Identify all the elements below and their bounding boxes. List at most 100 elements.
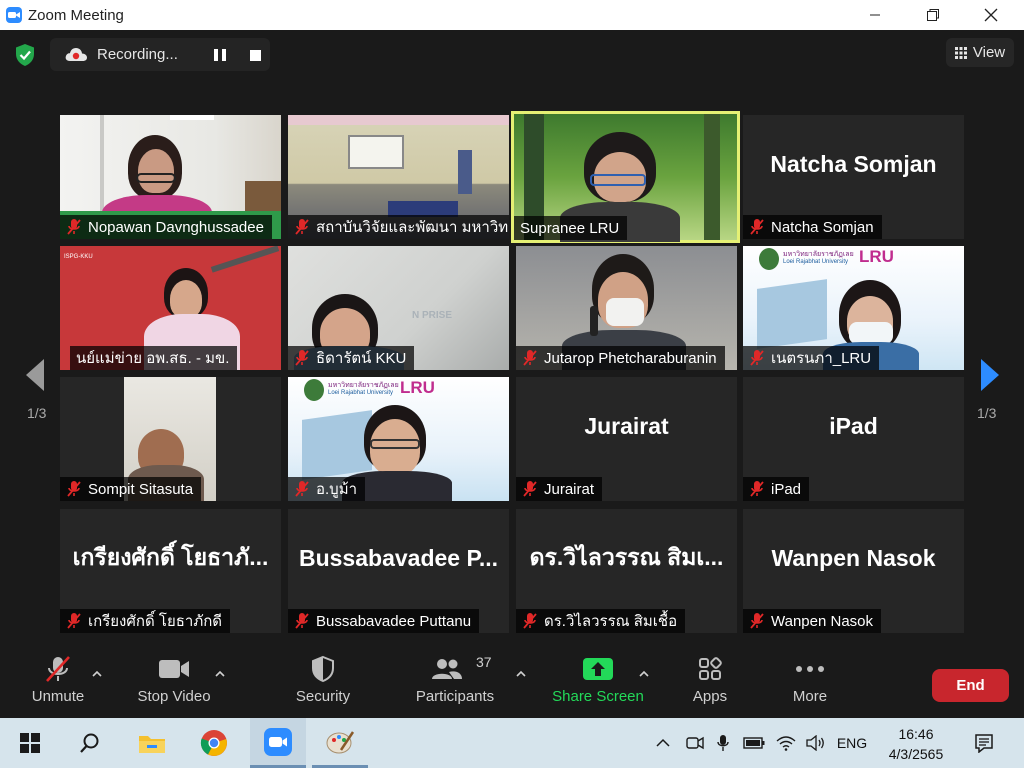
previous-page-arrow-icon[interactable]: [24, 358, 46, 397]
participants-icon: 37: [410, 650, 500, 688]
participant-name: Natcha Somjan: [771, 218, 874, 236]
participant-name: Supranee LRU: [520, 219, 620, 237]
participant-name: สถาบันวิจัยและพัฒนา มหาวิท...: [316, 219, 509, 236]
participant-display-name: Jurairat: [584, 412, 669, 439]
muted-mic-icon: [67, 613, 81, 629]
end-meeting-button[interactable]: End: [932, 669, 1009, 702]
participant-tile[interactable]: Nopawan Davnghussadee: [60, 115, 281, 239]
participant-tile[interactable]: Jutarop Phetcharaburanin: [516, 246, 737, 370]
participant-tile[interactable]: มหาวิทยาลัยราชภัฏเลย Loei Rajabhat Unive…: [288, 377, 509, 501]
participants-options-chevron-up-icon[interactable]: [515, 667, 527, 679]
participant-display-name: Bussabavadee P...: [298, 544, 499, 571]
lru-logo: LRU: [859, 247, 894, 266]
muted-mic-icon: [67, 481, 81, 497]
restore-button[interactable]: [904, 0, 962, 30]
participant-tile[interactable]: ISPG-KKU นย์แม่ข่าย อพ.สธ. - มข.: [60, 246, 281, 370]
video-options-chevron-up-icon[interactable]: [214, 667, 226, 679]
participant-name-tag: Supranee LRU: [514, 216, 628, 240]
muted-mic-icon: [295, 613, 309, 629]
participant-tile[interactable]: Bussabavadee P... Bussabavadee Puttanu: [288, 509, 509, 633]
meeting-toolbar: Unmute Stop Video Security 37 Participan…: [0, 650, 1024, 718]
kku-logo: ISPG-KKU: [64, 254, 93, 260]
participant-tile[interactable]: Sompit Sitasuta: [60, 377, 281, 501]
windows-taskbar: ENG 16:46 4/3/2565: [0, 718, 1024, 768]
search-icon[interactable]: [68, 718, 112, 768]
participant-display-name: iPad: [829, 412, 878, 439]
muted-mic-icon: [295, 219, 309, 235]
participant-tile[interactable]: มหาวิทยาลัยราชภัฏเลย Loei Rajabhat Unive…: [743, 246, 964, 370]
participant-name-tag: Wanpen Nasok: [743, 609, 881, 633]
participant-name: iPad: [771, 480, 802, 498]
pause-recording-button[interactable]: [214, 49, 228, 61]
muted-mic-icon: [523, 350, 537, 366]
language-indicator[interactable]: ENG: [832, 718, 872, 768]
participant-name-tag: Nopawan Davnghussadee: [60, 215, 272, 239]
participant-name: นย์แม่ข่าย อพ.สธ. - มข.: [76, 350, 230, 367]
participant-name: เนตรนภา_LRU: [771, 350, 872, 367]
stop-recording-button[interactable]: [250, 50, 261, 61]
participant-tile[interactable]: เกรียงศักดิ์ โยธาภั... เกรียงศักดิ์ โยธา…: [60, 509, 281, 633]
participant-tile[interactable]: N PRISE ธิดารัตน์ KKU: [288, 246, 509, 370]
participant-tile[interactable]: สถาบันวิจัยและพัฒนา มหาวิท...: [288, 115, 509, 239]
show-hidden-icons-chevron-up-icon[interactable]: [650, 718, 676, 768]
grid-icon: [954, 46, 967, 59]
encryption-shield-icon[interactable]: [12, 42, 38, 68]
participant-tile[interactable]: iPad iPad: [743, 377, 964, 501]
participant-display-name: Natcha Somjan: [770, 150, 937, 177]
paint-icon[interactable]: [312, 718, 368, 768]
participant-tile[interactable]: Jurairat Jurairat: [516, 377, 737, 501]
participant-name-tag: Bussabavadee Puttanu: [288, 609, 480, 633]
participant-name: Jurairat: [544, 480, 595, 498]
participants-button[interactable]: 37 Participants: [410, 650, 500, 718]
lru-emblem-icon: [304, 379, 324, 401]
participant-name-tag: ธิดารัตน์ KKU: [288, 346, 415, 370]
microphone-icon[interactable]: [710, 718, 736, 768]
close-button[interactable]: [962, 0, 1020, 30]
participant-tile[interactable]: Wanpen Nasok Wanpen Nasok: [743, 509, 964, 633]
view-button[interactable]: View: [946, 38, 1014, 67]
apps-icon: [698, 650, 722, 688]
video-camera-icon: [158, 650, 190, 688]
muted-mic-icon: [43, 650, 73, 688]
lru-university-en: Loei Rajabhat University: [328, 390, 394, 396]
enterprise-sign: N PRISE: [412, 310, 453, 321]
participant-name-tag: Natcha Somjan: [743, 215, 882, 239]
participant-tile-active-speaker[interactable]: Supranee LRU: [511, 111, 740, 243]
share-options-chevron-up-icon[interactable]: [638, 667, 650, 679]
security-button[interactable]: Security: [286, 650, 360, 718]
notifications-icon[interactable]: [966, 718, 1002, 768]
volume-icon[interactable]: [802, 718, 830, 768]
view-label: View: [972, 44, 1006, 61]
participant-tile[interactable]: Natcha Somjan Natcha Somjan: [743, 115, 964, 239]
muted-mic-icon: [750, 481, 764, 497]
chrome-icon[interactable]: [192, 718, 236, 768]
share-screen-button[interactable]: Share Screen: [550, 650, 646, 718]
battery-icon[interactable]: [740, 718, 768, 768]
audio-options-chevron-up-icon[interactable]: [91, 667, 103, 679]
muted-mic-icon: [750, 219, 764, 235]
lru-logo: LRU: [400, 378, 435, 397]
clock-date: 4/3/2565: [888, 746, 944, 762]
clock[interactable]: 16:46 4/3/2565: [880, 724, 952, 764]
muted-mic-icon: [295, 350, 309, 366]
participant-name: ดร.วิไลวรรณ สิมเชื้อ: [544, 613, 678, 630]
file-explorer-icon[interactable]: [130, 718, 174, 768]
meet-now-icon[interactable]: [682, 718, 708, 768]
unmute-button[interactable]: Unmute: [22, 650, 94, 718]
minimize-button[interactable]: [846, 0, 904, 30]
more-button[interactable]: More: [784, 650, 836, 718]
participant-name-tag: Jutarop Phetcharaburanin: [516, 346, 725, 370]
stop-video-button[interactable]: Stop Video: [130, 650, 218, 718]
lru-university-en: Loei Rajabhat University: [783, 259, 849, 265]
participants-count: 37: [476, 654, 492, 670]
lru-emblem-icon: [759, 248, 779, 270]
wifi-icon[interactable]: [772, 718, 800, 768]
windows-start-icon[interactable]: [8, 718, 52, 768]
zoom-taskbar-icon[interactable]: [250, 718, 306, 768]
participant-name: อ.บูม้า: [316, 481, 358, 498]
more-dots-icon: [795, 650, 825, 688]
next-page-arrow-icon[interactable]: [979, 358, 1001, 397]
apps-button[interactable]: Apps: [684, 650, 736, 718]
participant-tile[interactable]: ดร.วิไลวรรณ สิมเ... ดร.วิไลวรรณ สิมเชื้อ: [516, 509, 737, 633]
participant-name-tag: นย์แม่ข่าย อพ.สธ. - มข.: [70, 346, 238, 370]
